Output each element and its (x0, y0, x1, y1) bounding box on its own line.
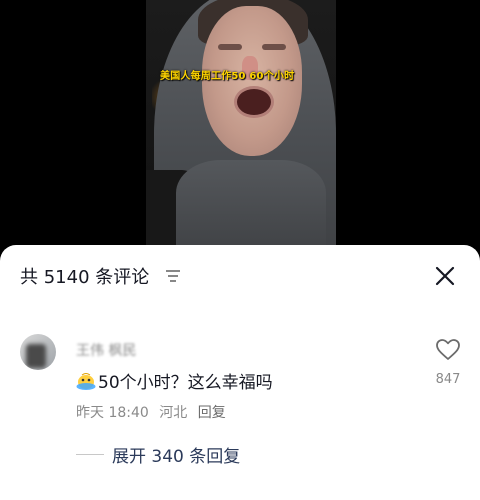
crying-face-emoji-icon (76, 372, 96, 390)
heart-icon[interactable] (435, 338, 461, 362)
video-player[interactable]: 美国人每周工作50 60个小时 (0, 0, 480, 262)
like-count: 847 (435, 372, 461, 387)
reply-button[interactable]: 回复 (198, 405, 226, 421)
expand-replies-button[interactable]: 展开 340 条回复 (76, 442, 240, 467)
comment-body: 50个小时？这么幸福吗 (76, 368, 273, 393)
close-icon[interactable] (430, 261, 460, 291)
comment-sheet: 共 5140 条评论 王伟 枫民 50个小时？这么幸福吗 昨天 18:40 河北… (0, 245, 480, 500)
avatar-blurred-image (26, 344, 46, 368)
mouth (234, 86, 274, 118)
like-section: 847 (432, 332, 464, 387)
right-eye (262, 44, 286, 50)
comment-username[interactable]: 王伟 枫民 (76, 340, 136, 360)
video-frame (146, 0, 336, 262)
left-eye (218, 44, 242, 50)
comment-count-title: 共 5140 条评论 (20, 267, 150, 288)
avatar[interactable] (20, 334, 56, 370)
comment-location: 河北 (159, 405, 188, 421)
video-caption: 美国人每周工作50 60个小时 (160, 71, 295, 82)
sort-lines-icon[interactable] (165, 269, 181, 283)
comment-text: 50个小时？这么幸福吗 (98, 373, 273, 393)
sheet-header: 共 5140 条评论 (0, 245, 480, 305)
comment-time: 昨天 18:40 (76, 405, 149, 421)
comment-item[interactable]: 王伟 枫民 50个小时？这么幸福吗 昨天 18:40 河北 回复 847 (0, 328, 480, 438)
expand-replies-label[interactable]: 展开 340 条回复 (112, 442, 240, 467)
expand-divider (76, 453, 104, 455)
comment-meta: 昨天 18:40 河北 回复 (76, 402, 232, 422)
